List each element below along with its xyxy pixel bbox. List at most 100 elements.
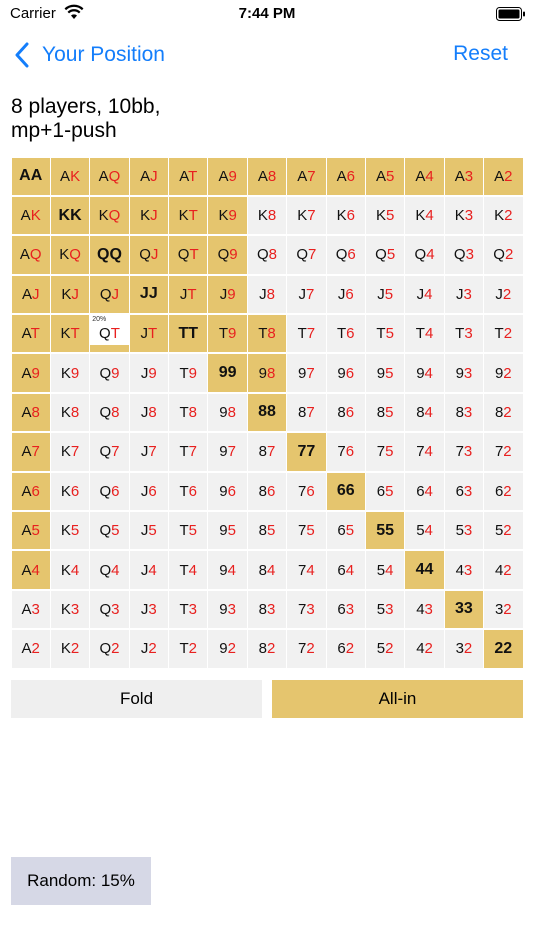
hand-cell-offsuit-KJ[interactable]: KJ: [50, 275, 90, 314]
hand-cell-offsuit-T8[interactable]: T8: [169, 393, 208, 432]
hand-cell-suited-65[interactable]: 65: [365, 472, 405, 510]
hand-cell-suited-74[interactable]: 74: [405, 433, 444, 471]
hand-cell-suited-97[interactable]: 97: [287, 354, 326, 392]
hand-cell-suited-A3[interactable]: A3: [444, 157, 484, 195]
hand-cell-offsuit-T4[interactable]: T4: [169, 551, 208, 589]
hand-cell-offsuit-73[interactable]: 73: [287, 590, 326, 629]
hand-cell-suited-A7[interactable]: A7: [287, 157, 326, 195]
hand-cell-suited-A9[interactable]: A9: [208, 157, 247, 195]
hand-cell-offsuit-A6[interactable]: A6: [11, 472, 50, 510]
hand-cell-offsuit-Q6[interactable]: Q6: [90, 472, 129, 510]
hand-cell-suited-T3[interactable]: T3: [444, 315, 484, 353]
hand-cell-offsuit-95[interactable]: 95: [208, 511, 247, 550]
hand-cell-suited-A8[interactable]: A8: [247, 157, 287, 195]
hand-cell-offsuit-75[interactable]: 75: [287, 511, 326, 550]
hand-cell-suited-K9[interactable]: K9: [208, 196, 247, 235]
hand-cell-suited-J3[interactable]: J3: [444, 275, 484, 314]
hand-cell-suited-95[interactable]: 95: [365, 354, 405, 392]
hand-cell-pair-77[interactable]: 77: [287, 433, 326, 471]
hand-cell-offsuit-T6[interactable]: T6: [169, 472, 208, 510]
hand-cell-offsuit-87[interactable]: 87: [247, 433, 287, 471]
hand-cell-offsuit-A3[interactable]: A3: [11, 590, 50, 629]
hand-cell-suited-J4[interactable]: J4: [405, 275, 444, 314]
hand-cell-suited-A5[interactable]: A5: [365, 157, 405, 195]
hand-cell-offsuit-Q2[interactable]: Q2: [90, 630, 129, 668]
hand-cell-offsuit-J4[interactable]: J4: [129, 551, 169, 589]
hand-cell-suited-Q2[interactable]: Q2: [484, 236, 523, 274]
hand-cell-suited-42[interactable]: 42: [484, 551, 523, 589]
hand-cell-suited-J8[interactable]: J8: [247, 275, 287, 314]
hand-cell-offsuit-A2[interactable]: A2: [11, 630, 50, 668]
reset-button[interactable]: Reset: [453, 42, 508, 66]
hand-cell-suited-53[interactable]: 53: [444, 511, 484, 550]
hand-cell-suited-QJ[interactable]: QJ: [129, 236, 169, 274]
hand-cell-suited-KQ[interactable]: KQ: [90, 196, 129, 235]
hand-cell-suited-Q8[interactable]: Q8: [247, 236, 287, 274]
hand-cell-suited-32[interactable]: 32: [484, 590, 523, 629]
hand-cell-offsuit-A9[interactable]: A9: [11, 354, 50, 392]
hand-cell-offsuit-62[interactable]: 62: [326, 630, 365, 668]
hand-cell-offsuit-T3[interactable]: T3: [169, 590, 208, 629]
hand-cell-pair-JJ[interactable]: JJ: [129, 275, 169, 314]
hand-cell-offsuit-94[interactable]: 94: [208, 551, 247, 589]
hand-cell-offsuit-T9[interactable]: T9: [169, 354, 208, 392]
hand-cell-suited-J9[interactable]: J9: [208, 275, 247, 314]
fold-button[interactable]: Fold: [11, 680, 262, 718]
hand-cell-suited-JT[interactable]: JT: [169, 275, 208, 314]
hand-cell-suited-72[interactable]: 72: [484, 433, 523, 471]
hand-cell-suited-A4[interactable]: A4: [405, 157, 444, 195]
hand-cell-suited-KT[interactable]: KT: [169, 196, 208, 235]
hand-cell-offsuit-A5[interactable]: A5: [11, 511, 50, 550]
hand-cell-pair-99[interactable]: 99: [208, 354, 247, 392]
hand-cell-suited-T2[interactable]: T2: [484, 315, 523, 353]
hand-cell-offsuit-K7[interactable]: K7: [50, 433, 90, 471]
hand-cell-offsuit-96[interactable]: 96: [208, 472, 247, 510]
hand-cell-suited-AT[interactable]: AT: [169, 157, 208, 195]
hand-cell-suited-T9[interactable]: T9: [208, 315, 247, 353]
hand-cell-offsuit-J6[interactable]: J6: [129, 472, 169, 510]
hand-cell-suited-AK[interactable]: AK: [50, 157, 90, 195]
hand-cell-suited-87[interactable]: 87: [287, 393, 326, 432]
hand-cell-offsuit-T7[interactable]: T7: [169, 433, 208, 471]
hand-cell-suited-K6[interactable]: K6: [326, 196, 365, 235]
hand-cell-suited-AQ[interactable]: AQ: [90, 157, 129, 195]
hand-cell-offsuit-97[interactable]: 97: [208, 433, 247, 471]
hand-cell-offsuit-J7[interactable]: J7: [129, 433, 169, 471]
hand-cell-suited-QT[interactable]: QT: [169, 236, 208, 274]
hand-cell-suited-Q6[interactable]: Q6: [326, 236, 365, 274]
hand-cell-suited-98[interactable]: 98: [247, 354, 287, 392]
hand-cell-offsuit-QT[interactable]: 20% QT: [90, 315, 129, 353]
hand-cell-offsuit-KQ[interactable]: KQ: [50, 236, 90, 274]
hand-cell-offsuit-K3[interactable]: K3: [50, 590, 90, 629]
hand-cell-offsuit-92[interactable]: 92: [208, 630, 247, 668]
hand-cell-pair-44[interactable]: 44: [405, 551, 444, 589]
hand-cell-offsuit-AT[interactable]: AT: [11, 315, 50, 353]
hand-cell-offsuit-98[interactable]: 98: [208, 393, 247, 432]
hand-cell-suited-K7[interactable]: K7: [287, 196, 326, 235]
hand-cell-offsuit-43[interactable]: 43: [405, 590, 444, 629]
hand-cell-offsuit-64[interactable]: 64: [326, 551, 365, 589]
hand-cell-offsuit-Q3[interactable]: Q3: [90, 590, 129, 629]
hand-cell-suited-Q9[interactable]: Q9: [208, 236, 247, 274]
hand-cell-suited-T5[interactable]: T5: [365, 315, 405, 353]
hand-cell-pair-33[interactable]: 33: [444, 590, 484, 629]
hand-cell-offsuit-85[interactable]: 85: [247, 511, 287, 550]
hand-cell-suited-T6[interactable]: T6: [326, 315, 365, 353]
hand-cell-offsuit-K6[interactable]: K6: [50, 472, 90, 510]
hand-cell-suited-K4[interactable]: K4: [405, 196, 444, 235]
hand-cell-suited-92[interactable]: 92: [484, 354, 523, 392]
hand-cell-offsuit-74[interactable]: 74: [287, 551, 326, 589]
hand-cell-offsuit-53[interactable]: 53: [365, 590, 405, 629]
hand-cell-suited-Q4[interactable]: Q4: [405, 236, 444, 274]
hand-cell-suited-K2[interactable]: K2: [484, 196, 523, 235]
hand-cell-offsuit-42[interactable]: 42: [405, 630, 444, 668]
hand-cell-offsuit-K4[interactable]: K4: [50, 551, 90, 589]
hand-cell-offsuit-J3[interactable]: J3: [129, 590, 169, 629]
hand-cell-suited-64[interactable]: 64: [405, 472, 444, 510]
hand-cell-suited-KJ[interactable]: KJ: [129, 196, 169, 235]
hand-cell-suited-J7[interactable]: J7: [287, 275, 326, 314]
hand-cell-offsuit-54[interactable]: 54: [365, 551, 405, 589]
allin-button[interactable]: All-in: [272, 680, 523, 718]
hand-cell-offsuit-AJ[interactable]: AJ: [11, 275, 50, 314]
hand-cell-offsuit-AQ[interactable]: AQ: [11, 236, 50, 274]
